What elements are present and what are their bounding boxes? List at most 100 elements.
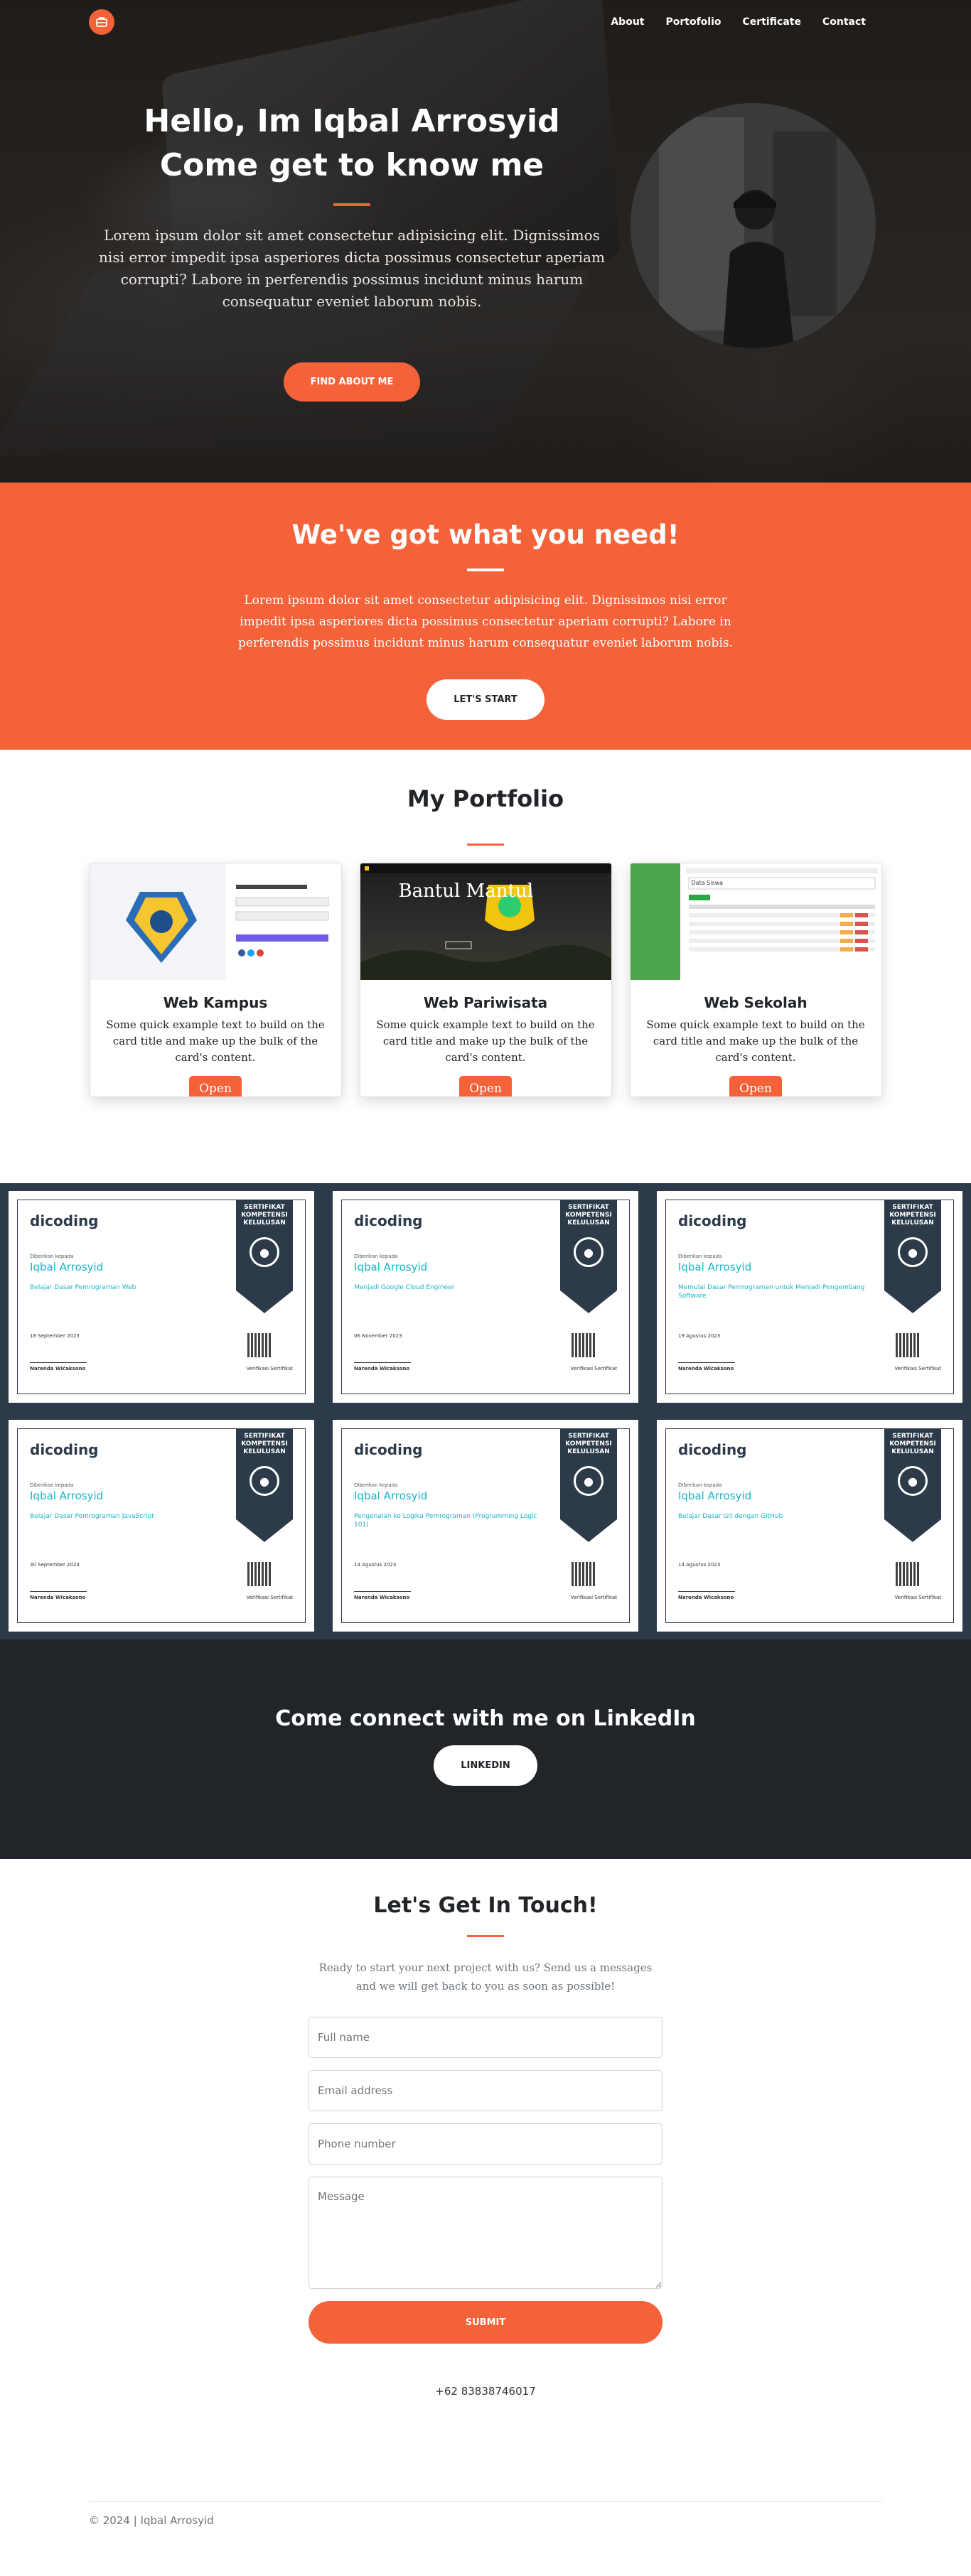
dicoding-logo: dicoding [678, 1212, 747, 1229]
certificate-badge-label: SERTIFIKAT KOMPETENSI KELULUSAN [565, 1204, 612, 1227]
certificate-badge: SERTIFIKAT KOMPETENSI KELULUSAN ● [884, 1428, 941, 1542]
certificate-badge: SERTIFIKAT KOMPETENSI KELULUSAN ● [560, 1200, 617, 1313]
badge-ring-icon: ● [898, 1466, 928, 1496]
certificate-recipient: Iqbal Arrosyid [354, 1261, 428, 1273]
certificate-recipient: Iqbal Arrosyid [30, 1261, 104, 1273]
certificate-course: Memulai Dasar Pemrograman untuk Menjadi … [678, 1284, 865, 1300]
qr-code-icon [572, 1333, 596, 1357]
card-title: Web Pariwisata [423, 994, 548, 1011]
open-web-pariwisata-button[interactable]: Open [459, 1076, 512, 1096]
signature-line [678, 1576, 735, 1592]
certificate-badge-label: SERTIFIKAT KOMPETENSI KELULUSAN [889, 1204, 936, 1227]
certificate-given-to: Diberikan kepada [678, 1482, 722, 1488]
hero-section: Hello, Im Iqbal Arrosyid Come get to kno… [0, 0, 971, 483]
signature-line [30, 1576, 87, 1592]
dicoding-logo: dicoding [354, 1212, 423, 1229]
phone-input[interactable] [309, 2123, 662, 2165]
services-text: Lorem ipsum dolor sit amet consectetur a… [238, 593, 733, 650]
certificate-date: 18 September 2023 [30, 1333, 80, 1339]
certificate-card: dicoding SERTIFIKAT KOMPETENSI KELULUSAN ●… [657, 1191, 962, 1403]
linkedin-button[interactable]: LINKEDIN [434, 1745, 537, 1786]
portfolio-card-web-pariwisata: Bantul Mantul Web Pariwisata Some quick … [359, 863, 612, 1097]
contact-section: Let's Get In Touch! Ready to start your … [0, 1859, 971, 2501]
site-logo-icon[interactable] [89, 9, 114, 35]
card-title: Web Kampus [163, 994, 268, 1011]
qr-code-icon [247, 1333, 272, 1357]
certificates-section: dicoding SERTIFIKAT KOMPETENSI KELULUSAN ●… [0, 1183, 971, 1639]
certificate-badge: SERTIFIKAT KOMPETENSI KELULUSAN ● [236, 1428, 293, 1542]
certificate-signer: Narenda Wicaksono [30, 1366, 86, 1371]
hero-title: Hello, Im Iqbal Arrosyid Come get to kno… [89, 99, 615, 188]
hero-title-line2: Come get to know me [159, 147, 544, 183]
dicoding-logo: dicoding [354, 1441, 423, 1458]
open-web-kampus-button[interactable]: Open [189, 1076, 242, 1096]
hero-title-line1: Hello, Im Iqbal Arrosyid [144, 103, 560, 139]
submit-button[interactable]: SUBMIT [309, 2301, 662, 2344]
signature-line [678, 1347, 735, 1363]
certificate-badge: SERTIFIKAT KOMPETENSI KELULUSAN ● [884, 1200, 941, 1313]
certificate-recipient: Iqbal Arrosyid [354, 1489, 428, 1502]
card-text: Some quick example text to build on the … [646, 1018, 865, 1064]
card-text: Some quick example text to build on the … [106, 1018, 325, 1064]
certificate-course: Menjadi Google Cloud Engineer [354, 1284, 455, 1291]
signature-line [30, 1347, 87, 1363]
services-section: We've got what you need! Lorem ipsum dol… [0, 483, 971, 750]
certificate-given-to: Diberikan kepada [354, 1482, 398, 1488]
certificate-given-to: Diberikan kepada [354, 1254, 398, 1259]
linkedin-section: Come connect with me on LinkedIn LINKEDI… [0, 1639, 971, 1859]
certificate-signer: Narenda Wicaksono [678, 1595, 734, 1600]
contact-text: Ready to start your next project with us… [318, 1961, 653, 1993]
find-about-me-button[interactable]: FIND ABOUT ME [283, 362, 421, 402]
qr-code-icon [572, 1562, 596, 1586]
certificate-signer: Narenda Wicaksono [354, 1366, 410, 1371]
dicoding-logo: dicoding [30, 1441, 99, 1458]
certificate-card: dicoding SERTIFIKAT KOMPETENSI KELULUSAN ●… [9, 1420, 314, 1632]
certificate-recipient: Iqbal Arrosyid [678, 1261, 752, 1273]
certificate-badge-label: SERTIFIKAT KOMPETENSI KELULUSAN [889, 1433, 936, 1455]
qr-code-icon [896, 1333, 920, 1357]
email-input[interactable] [309, 2070, 662, 2111]
certificate-signer: Narenda Wicaksono [30, 1595, 86, 1600]
certificate-given-to: Diberikan kepada [30, 1482, 74, 1488]
nav-link-about[interactable]: About [611, 16, 644, 28]
certificate-date: 06 November 2023 [354, 1333, 402, 1339]
card-title: Web Sekolah [704, 994, 808, 1011]
nav-link-contact[interactable]: Contact [822, 16, 866, 28]
certificate-signer: Narenda Wicaksono [678, 1366, 734, 1371]
contact-form: SUBMIT [309, 2017, 662, 2344]
certificate-date: 30 September 2023 [30, 1562, 80, 1568]
hero-content: Hello, Im Iqbal Arrosyid Come get to kno… [89, 99, 615, 402]
fullname-input[interactable] [309, 2017, 662, 2058]
portfolio-divider [467, 844, 504, 846]
badge-ring-icon: ● [574, 1237, 603, 1267]
certificate-verify-label: Verifikasi Sertifikat [894, 1595, 941, 1600]
nav-link-portofolio[interactable]: Portofolio [665, 16, 721, 28]
card-text: Some quick example text to build on the … [376, 1018, 595, 1064]
pariwisata-hero-caption: Bantul Mantul [398, 880, 534, 902]
certificate-date: 14 Agustus 2023 [354, 1562, 397, 1568]
message-textarea[interactable] [309, 2177, 662, 2289]
certificate-card: dicoding SERTIFIKAT KOMPETENSI KELULUSAN ●… [333, 1420, 638, 1632]
web-kampus-screenshot [90, 863, 341, 980]
certificate-recipient: Iqbal Arrosyid [678, 1489, 752, 1502]
portfolio-card-web-kampus: Web Kampus Some quick example text to bu… [89, 863, 342, 1097]
signature-line [354, 1347, 411, 1363]
services-title: We've got what you need! [291, 519, 680, 550]
portfolio-card-web-sekolah: Data Siswa Web Sekolah Some quick exampl… [629, 863, 882, 1097]
portfolio-section: My Portfolio Web Kampus Some quick examp… [0, 750, 971, 1183]
certificate-badge: SERTIFIKAT KOMPETENSI KELULUSAN ● [236, 1200, 293, 1313]
lets-start-button[interactable]: LET'S START [427, 679, 544, 720]
open-web-sekolah-button[interactable]: Open [729, 1076, 782, 1096]
certificate-verify-label: Verifikasi Sertifikat [570, 1366, 617, 1371]
navbar: About Portofolio Certificate Contact [0, 0, 971, 44]
certificate-given-to: Diberikan kepada [678, 1254, 722, 1259]
certificate-date: 19 Agustus 2023 [678, 1333, 721, 1339]
nav-link-certificate[interactable]: Certificate [743, 16, 801, 28]
qr-code-icon [247, 1562, 272, 1586]
services-divider [467, 568, 504, 571]
certificate-course: Belajar Dasar Pemrograman JavaScript [30, 1513, 154, 1520]
certificate-course: Belajar Dasar Pemrograman Web [30, 1284, 136, 1291]
contact-phone: +62 83838746017 [435, 2385, 536, 2398]
portfolio-title: My Portfolio [407, 785, 564, 812]
web-sekolah-screenshot: Data Siswa [630, 863, 881, 980]
